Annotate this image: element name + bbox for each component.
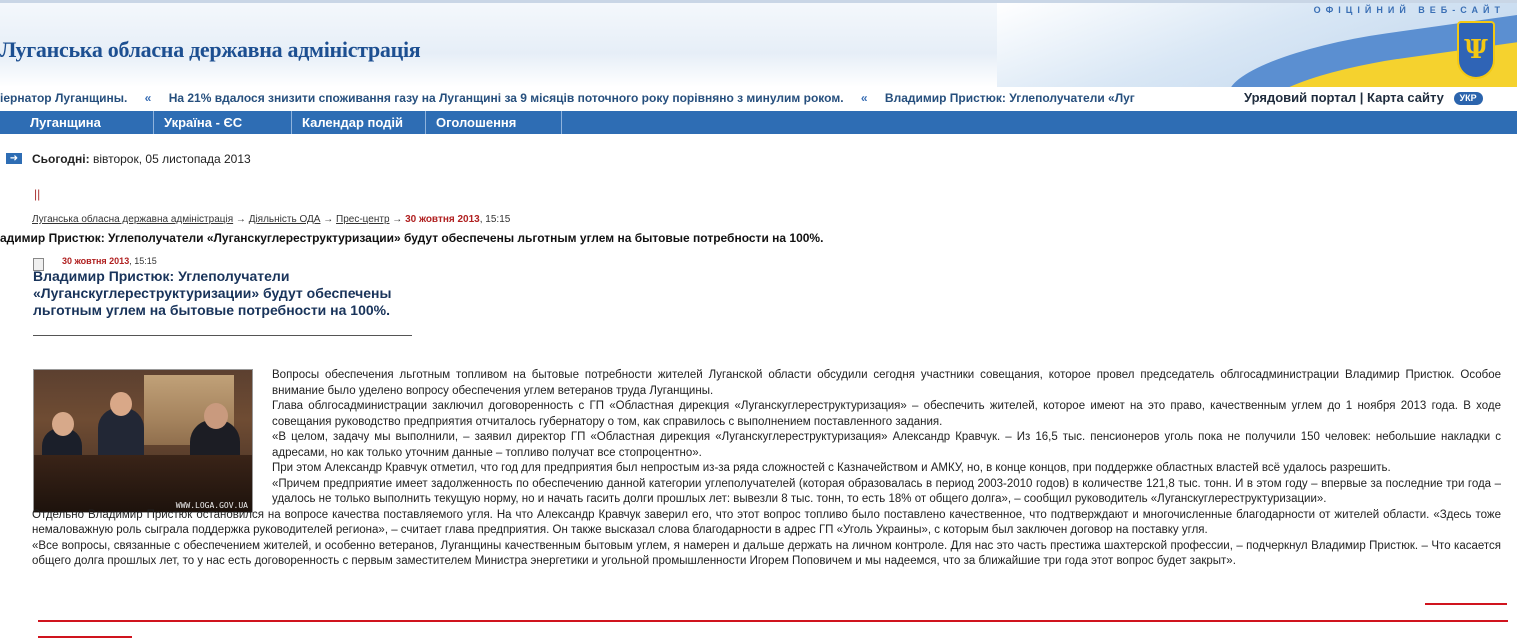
red-underline — [38, 620, 1508, 622]
arrow-right-icon[interactable]: ➜ — [6, 153, 22, 164]
breadcrumb-item[interactable]: Прес-центр — [336, 214, 389, 225]
news-ticker-bar: іернатор Луганщины. « На 21% вдалося зни… — [0, 87, 1517, 109]
article-paragraph: Отдельно Владимир Пристюк остановился на… — [32, 508, 1501, 537]
official-site-label: ОФІЦІЙНИЙ ВЕБ-САЙТ — [1313, 5, 1505, 15]
page-headline: адимир Пристюк: Углеполучатели «Луганску… — [0, 231, 824, 245]
article-date-value: 30 жовтня 2013 — [62, 256, 130, 266]
article-paragraph: «Причем предприятие имеет задолженность … — [272, 477, 1501, 506]
language-switch[interactable]: УКР — [1453, 92, 1483, 106]
red-underline — [38, 636, 132, 638]
article-paragraph: Глава облгосадминистрации заключил догов… — [272, 400, 1501, 428]
nav-item-ukraine-eu[interactable]: Україна - ЄС — [154, 111, 292, 134]
ticker-item[interactable]: На 21% вдалося знизити споживання газу н… — [169, 91, 844, 105]
article-time: , 15:15 — [129, 256, 157, 266]
breadcrumb-sep: → — [235, 214, 246, 225]
article-date: 30 жовтня 2013, 15:15 — [62, 256, 157, 266]
separator-bars: || — [34, 187, 41, 201]
article-paragraph: Вопросы обеспечения льготным топливом на… — [272, 369, 1501, 397]
sitemap-link[interactable]: Карта сайту — [1367, 90, 1444, 105]
breadcrumb: Луганська обласна державна адміністрація… — [32, 214, 510, 225]
breadcrumb-time: , 15:15 — [479, 214, 511, 225]
breadcrumb-item[interactable]: Луганська обласна державна адміністрація — [32, 214, 233, 225]
breadcrumb-date: 30 жовтня 2013 — [405, 214, 480, 225]
nav-item-events-calendar[interactable]: Календар подій — [292, 111, 426, 134]
ticker-separator: « — [860, 91, 868, 105]
nav-item-luhanshchyna[interactable]: Луганщина — [20, 111, 154, 134]
article-paragraph: «В целом, задачу мы выполнили, – заявил … — [272, 431, 1501, 459]
today-value: вівторок, 05 листопада 2013 — [92, 152, 251, 166]
today-label: Сьогодні: — [32, 152, 90, 166]
site-header: ОФІЦІЙНИЙ ВЕБ-САЙТ Луганська обласна дер… — [0, 3, 1517, 87]
ticker-separator: « — [144, 91, 152, 105]
coat-of-arms-icon: Ψ — [1457, 21, 1495, 79]
ticker-item[interactable]: Владимир Пристюк: Углеполучатели «Луг — [885, 91, 1135, 105]
gov-portal-link[interactable]: Урядовий портал — [1244, 90, 1356, 105]
article-paragraph: «Все вопросы, связанные с обеспечением ж… — [32, 539, 1501, 568]
red-underline — [1425, 603, 1507, 605]
title-divider — [33, 335, 412, 336]
main-nav: Луганщина Україна - ЄС Календар подій Ог… — [0, 111, 1517, 134]
breadcrumb-sep: → — [323, 214, 334, 225]
top-links: Урядовий портал | Карта сайту УКР — [1244, 87, 1483, 109]
breadcrumb-item[interactable]: Діяльність ОДА — [249, 214, 321, 225]
nav-item-announcements[interactable]: Оголошення — [426, 111, 562, 134]
today-date: Сьогодні: вівторок, 05 листопада 2013 — [32, 152, 251, 166]
article-title: Владимир Пристюк: Углеполучатели «Луганс… — [33, 268, 392, 318]
site-title[interactable]: Луганська обласна державна адміністрація — [0, 37, 421, 63]
article-body: Вопросы обеспечения льготным топливом на… — [32, 368, 1501, 570]
ticker-item[interactable]: іернатор Луганщины. — [0, 91, 127, 105]
breadcrumb-sep: → — [392, 214, 403, 225]
article-paragraph: При этом Александр Кравчук отметил, что … — [272, 462, 1391, 474]
news-ticker[interactable]: іернатор Луганщины. « На 21% вдалося зни… — [0, 87, 1240, 109]
